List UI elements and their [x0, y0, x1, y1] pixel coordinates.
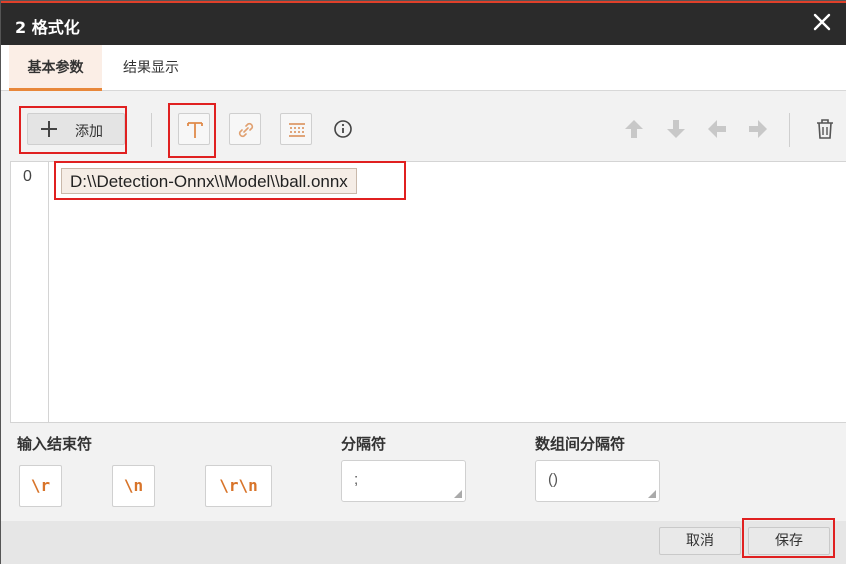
array-separator-label: 数组间分隔符	[535, 435, 626, 453]
toolbar-divider	[151, 113, 152, 147]
format-editor[interactable]: 0 D:\\Detection-Onnx\\Model\\ball.onnx	[10, 161, 846, 423]
toolbar: 添加	[1, 91, 846, 161]
terminator-cr-button[interactable]: \r	[19, 465, 62, 507]
add-button-label: 添加	[75, 124, 103, 140]
terminator-crlf-button[interactable]: \r\n	[205, 465, 272, 507]
toolbar-divider-right	[789, 113, 790, 147]
separator-value: ;	[354, 471, 359, 488]
separator-format-button[interactable]	[280, 113, 312, 145]
path-entry[interactable]: D:\\Detection-Onnx\\Model\\ball.onnx	[61, 168, 357, 194]
add-button[interactable]: 添加	[27, 113, 125, 145]
separator-format-icon	[289, 123, 305, 137]
format-dialog: 2 格式化 基本参数 结果显示 添加 0 D:\\Detection-Onnx\…	[0, 0, 846, 564]
delete-icon[interactable]	[813, 117, 837, 141]
text-button[interactable]	[178, 113, 210, 145]
line-gutter: 0	[11, 162, 49, 422]
close-icon[interactable]	[811, 11, 833, 33]
info-icon[interactable]	[331, 117, 355, 141]
link-button[interactable]	[229, 113, 261, 145]
text-icon	[187, 122, 203, 138]
terminator-lf-button[interactable]: \n	[112, 465, 155, 507]
resize-grip-icon[interactable]	[454, 490, 462, 498]
arrow-right-icon[interactable]	[746, 117, 770, 141]
arrow-down-icon[interactable]	[664, 117, 688, 141]
separator-field[interactable]: ;	[341, 460, 466, 502]
array-separator-value: ()	[548, 471, 558, 488]
link-icon	[238, 122, 254, 138]
tab-basic-params[interactable]: 基本参数	[9, 45, 102, 91]
dialog-footer: 取消 保存	[1, 521, 846, 564]
save-button[interactable]: 保存	[748, 527, 830, 555]
array-separator-field[interactable]: ()	[535, 460, 660, 502]
dialog-title: 2 格式化	[15, 18, 80, 37]
arrow-up-icon[interactable]	[622, 117, 646, 141]
tab-result-display[interactable]: 结果显示	[109, 45, 193, 91]
tab-bar: 基本参数 结果显示	[1, 45, 846, 91]
plus-icon	[41, 121, 57, 137]
separator-label: 分隔符	[341, 435, 387, 453]
arrow-left-icon[interactable]	[705, 117, 729, 141]
cancel-button[interactable]: 取消	[659, 527, 741, 555]
resize-grip-icon[interactable]	[648, 490, 656, 498]
terminator-label: 输入结束符	[17, 435, 93, 453]
line-number: 0	[23, 168, 32, 185]
title-bar: 2 格式化	[1, 1, 846, 45]
settings-panel: 输入结束符 \r \n \r\n 分隔符 ; 数组间分隔符 ()	[1, 423, 846, 521]
